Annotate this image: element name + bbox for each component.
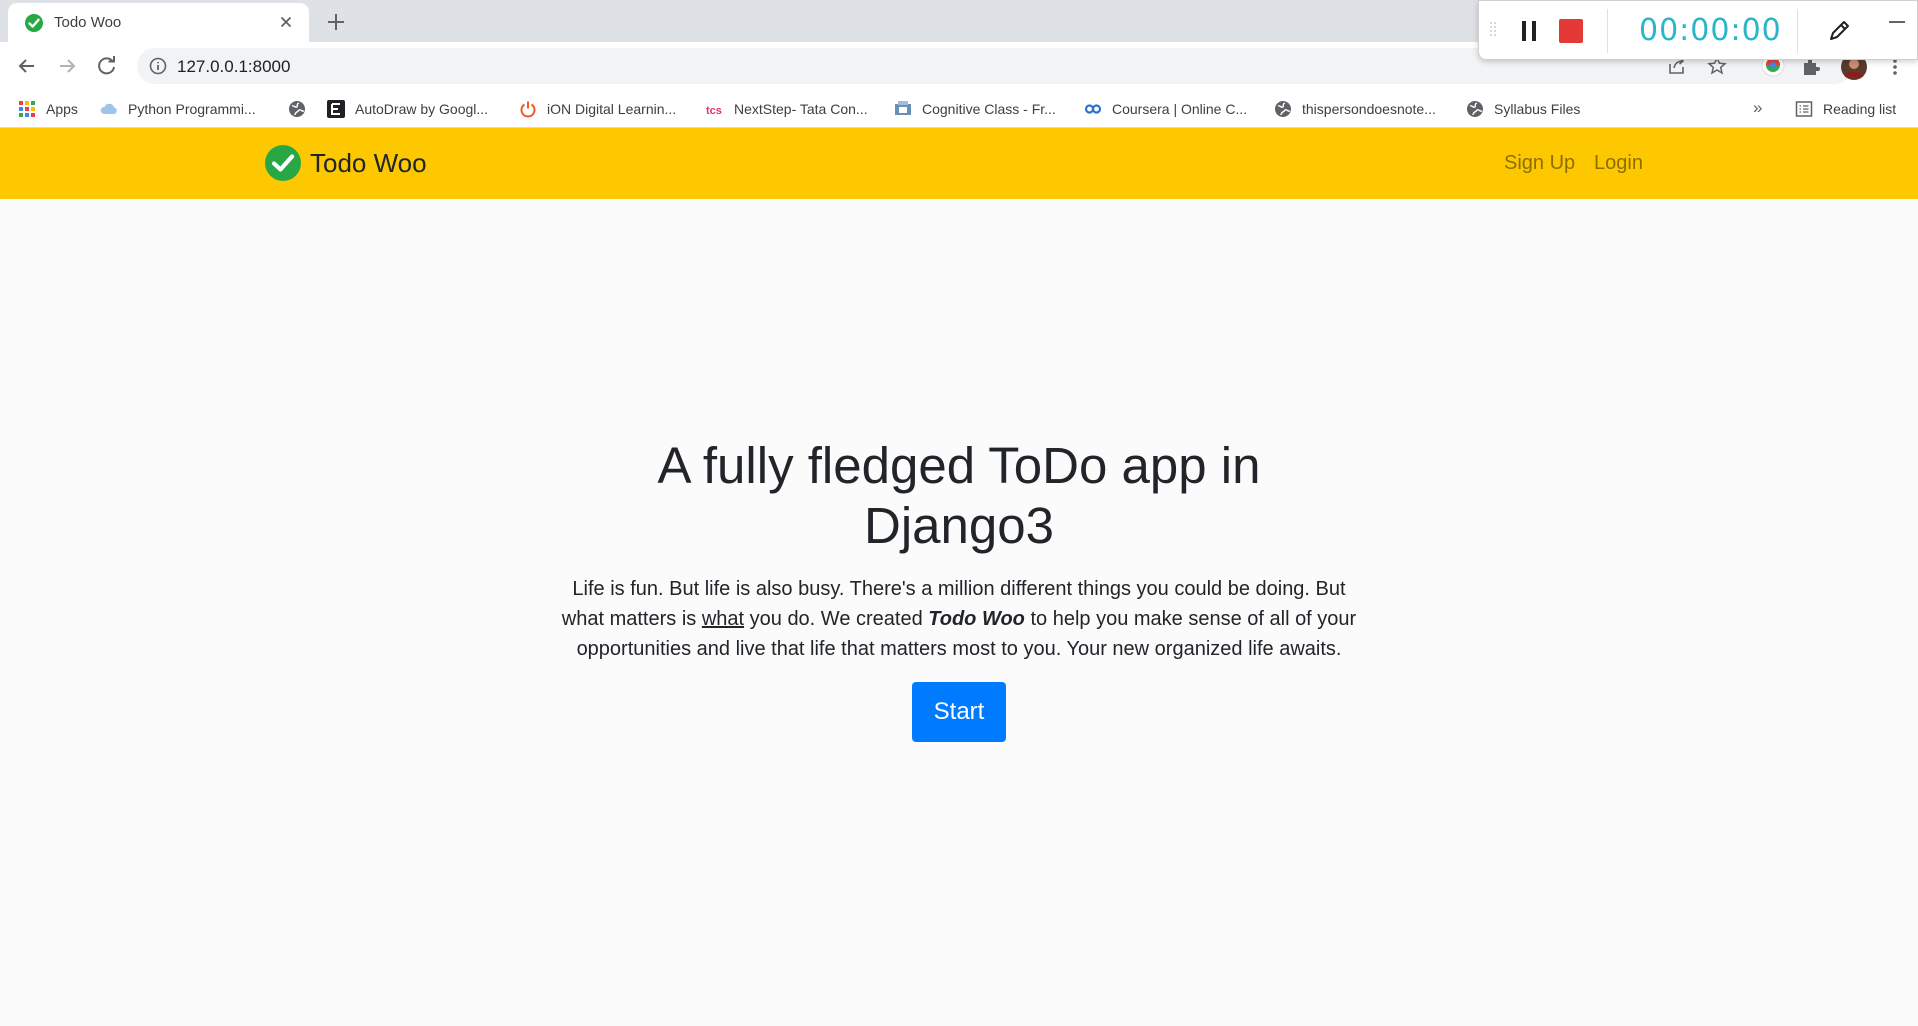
bookmark-label: NextStep- Tata Con... (734, 101, 868, 117)
power-icon (520, 101, 536, 118)
bookmarks-bar: Apps Python Programmi... AutoDraw by Goo… (0, 90, 1918, 128)
bookmark-thisperson[interactable]: thispersondoesnote... (1274, 90, 1436, 128)
lead-underlined-text: what (701, 608, 745, 630)
more-bookmarks-button[interactable]: » (1753, 98, 1762, 118)
drag-handle-icon[interactable] (1489, 21, 1497, 37)
globe-icon (1467, 101, 1483, 117)
cloud-icon (100, 103, 117, 114)
lead-emphasis-text: Todo Woo (928, 608, 1025, 630)
browser-tab[interactable]: Todo Woo (8, 3, 309, 42)
forward-arrow-icon[interactable] (54, 53, 80, 79)
recording-timer: 00:00:00 (1639, 13, 1782, 48)
nav-link-sign-up[interactable]: Sign Up (1504, 152, 1575, 175)
divider (1607, 9, 1608, 53)
bookmark-label: Syllabus Files (1494, 101, 1581, 117)
globe-icon (1275, 101, 1291, 117)
bookmark-label: Cognitive Class - Fr... (922, 101, 1056, 117)
autodraw-icon (327, 100, 345, 118)
bookmark-globe[interactable] (288, 90, 316, 128)
bookmark-tcs[interactable]: tcs NextStep- Tata Con... (706, 90, 868, 128)
coursera-icon (1084, 104, 1102, 114)
tab-title: Todo Woo (54, 14, 122, 31)
divider (1797, 9, 1798, 53)
bookmark-label: iON Digital Learnin... (547, 101, 677, 117)
bookmark-ion[interactable]: iON Digital Learnin... (519, 90, 676, 128)
brand-name[interactable]: Todo Woo (310, 148, 427, 179)
bookmark-python[interactable]: Python Programmi... (100, 90, 256, 128)
globe-icon (289, 101, 305, 117)
green-check-icon (25, 14, 43, 32)
new-tab-icon[interactable] (323, 9, 349, 35)
close-icon[interactable] (275, 11, 297, 33)
cognitive-class-icon (895, 101, 911, 115)
back-arrow-icon[interactable] (14, 53, 40, 79)
bookmark-label: thispersondoesnote... (1302, 101, 1436, 117)
bookmark-cognitive-class[interactable]: Cognitive Class - Fr... (894, 90, 1056, 128)
lead-text: you do. We created (744, 608, 929, 630)
stop-button[interactable] (1559, 19, 1583, 43)
pen-icon[interactable] (1825, 17, 1853, 45)
screen-recorder-widget: 00:00:00 (1478, 0, 1918, 60)
bookmark-label: Python Programmi... (128, 101, 256, 117)
bookmark-label: Apps (46, 101, 78, 117)
page-title: A fully fledged ToDo app in Django3 (657, 437, 1261, 554)
url-text[interactable]: 127.0.0.1:8000 (177, 57, 290, 77)
reading-list-label: Reading list (1823, 101, 1897, 117)
start-button[interactable]: Start (912, 682, 1006, 742)
info-icon[interactable] (149, 57, 167, 75)
bookmark-label: Coursera | Online C... (1112, 101, 1248, 117)
pause-icon[interactable] (1519, 19, 1541, 43)
nav-link-login[interactable]: Login (1594, 152, 1643, 175)
reload-icon[interactable] (94, 53, 120, 79)
reading-list-icon (1795, 101, 1813, 117)
tcs-icon: tcs (706, 105, 722, 117)
reading-list-button[interactable]: Reading list (1795, 90, 1896, 128)
svg-text:tcs: tcs (706, 105, 722, 117)
bookmark-syllabus[interactable]: Syllabus Files (1466, 90, 1580, 128)
site-navbar: Todo Woo Sign Up Login (0, 128, 1918, 199)
apps-grid-icon (19, 101, 35, 117)
bookmark-apps[interactable]: Apps (18, 90, 78, 128)
hero-section: A fully fledged ToDo app in Django3 Life… (0, 436, 1918, 742)
minimize-button[interactable] (1889, 21, 1905, 23)
bookmark-autodraw[interactable]: AutoDraw by Googl... (327, 90, 488, 128)
hero-description: Life is fun. But life is also busy. Ther… (549, 574, 1369, 664)
bookmark-label: AutoDraw by Googl... (355, 101, 489, 117)
check-logo-icon[interactable] (264, 144, 302, 182)
bookmark-coursera[interactable]: Coursera | Online C... (1084, 90, 1247, 128)
